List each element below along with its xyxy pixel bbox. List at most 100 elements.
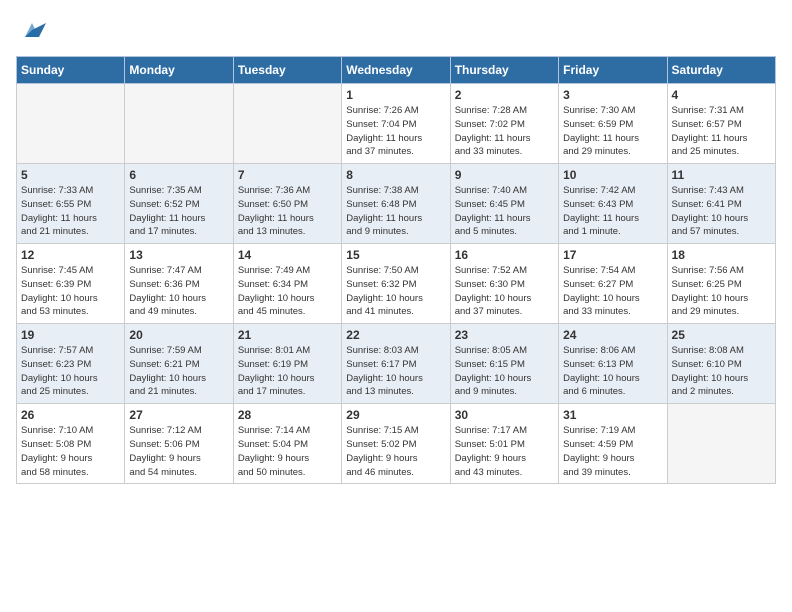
day-info: Sunrise: 7:40 AM Sunset: 6:45 PM Dayligh… [455, 184, 554, 239]
day-info: Sunrise: 7:38 AM Sunset: 6:48 PM Dayligh… [346, 184, 445, 239]
day-info: Sunrise: 7:35 AM Sunset: 6:52 PM Dayligh… [129, 184, 228, 239]
day-number: 19 [21, 328, 120, 342]
day-number: 29 [346, 408, 445, 422]
day-number: 26 [21, 408, 120, 422]
day-number: 12 [21, 248, 120, 262]
day-number: 7 [238, 168, 337, 182]
day-info: Sunrise: 7:47 AM Sunset: 6:36 PM Dayligh… [129, 264, 228, 319]
calendar-table: SundayMondayTuesdayWednesdayThursdayFrid… [16, 56, 776, 484]
day-info: Sunrise: 7:45 AM Sunset: 6:39 PM Dayligh… [21, 264, 120, 319]
calendar-cell: 14 Sunrise: 7:49 AM Sunset: 6:34 PM Dayli… [233, 244, 341, 324]
day-number: 16 [455, 248, 554, 262]
calendar-cell: 28Sunrise: 7:14 AM Sunset: 5:04 PM Dayli… [233, 404, 341, 484]
header-thursday: Thursday [450, 57, 558, 84]
day-info: Sunrise: 7:12 AM Sunset: 5:06 PM Dayligh… [129, 424, 228, 479]
day-number: 15 [346, 248, 445, 262]
calendar-cell: 24Sunrise: 8:06 AM Sunset: 6:13 PM Dayli… [559, 324, 667, 404]
calendar-cell: 21 Sunrise: 8:01 AM Sunset: 6:19 PM Dayli… [233, 324, 341, 404]
calendar-cell: 9 Sunrise: 7:40 AM Sunset: 6:45 PM Daylig… [450, 164, 558, 244]
day-number: 6 [129, 168, 228, 182]
calendar-cell: 31 Sunrise: 7:19 AM Sunset: 4:59 PM Dayli… [559, 404, 667, 484]
calendar-cell [17, 84, 125, 164]
calendar-week-row: 12 Sunrise: 7:45 AM Sunset: 6:39 PM Dayli… [17, 244, 776, 324]
calendar-cell: 2 Sunrise: 7:28 AM Sunset: 7:02 PM Daylig… [450, 84, 558, 164]
day-number: 31 [563, 408, 662, 422]
day-info: Sunrise: 7:15 AM Sunset: 5:02 PM Dayligh… [346, 424, 445, 479]
day-info: Sunrise: 7:28 AM Sunset: 7:02 PM Dayligh… [455, 104, 554, 159]
calendar-cell: 17Sunrise: 7:54 AM Sunset: 6:27 PM Dayli… [559, 244, 667, 324]
day-number: 10 [563, 168, 662, 182]
calendar-cell: 12 Sunrise: 7:45 AM Sunset: 6:39 PM Dayli… [17, 244, 125, 324]
calendar-cell: 22 Sunrise: 8:03 AM Sunset: 6:17 PM Dayli… [342, 324, 450, 404]
day-info: Sunrise: 7:49 AM Sunset: 6:34 PM Dayligh… [238, 264, 337, 319]
calendar-cell: 20 Sunrise: 7:59 AM Sunset: 6:21 PM Dayli… [125, 324, 233, 404]
day-info: Sunrise: 7:50 AM Sunset: 6:32 PM Dayligh… [346, 264, 445, 319]
day-number: 18 [672, 248, 771, 262]
day-info: Sunrise: 7:56 AM Sunset: 6:25 PM Dayligh… [672, 264, 771, 319]
day-number: 23 [455, 328, 554, 342]
calendar-cell [125, 84, 233, 164]
calendar-cell: 1Sunrise: 7:26 AM Sunset: 7:04 PM Daylig… [342, 84, 450, 164]
calendar-cell: 15 Sunrise: 7:50 AM Sunset: 6:32 PM Dayli… [342, 244, 450, 324]
header-wednesday: Wednesday [342, 57, 450, 84]
calendar-header-row: SundayMondayTuesdayWednesdayThursdayFrid… [17, 57, 776, 84]
day-number: 4 [672, 88, 771, 102]
day-number: 22 [346, 328, 445, 342]
day-number: 24 [563, 328, 662, 342]
calendar-cell: 25 Sunrise: 8:08 AM Sunset: 6:10 PM Dayli… [667, 324, 775, 404]
day-number: 5 [21, 168, 120, 182]
calendar-cell: 3 Sunrise: 7:30 AM Sunset: 6:59 PM Daylig… [559, 84, 667, 164]
day-info: Sunrise: 7:33 AM Sunset: 6:55 PM Dayligh… [21, 184, 120, 239]
day-info: Sunrise: 7:59 AM Sunset: 6:21 PM Dayligh… [129, 344, 228, 399]
day-info: Sunrise: 8:08 AM Sunset: 6:10 PM Dayligh… [672, 344, 771, 399]
day-info: Sunrise: 7:30 AM Sunset: 6:59 PM Dayligh… [563, 104, 662, 159]
calendar-cell: 5 Sunrise: 7:33 AM Sunset: 6:55 PM Daylig… [17, 164, 125, 244]
header-monday: Monday [125, 57, 233, 84]
calendar-cell: 23Sunrise: 8:05 AM Sunset: 6:15 PM Dayli… [450, 324, 558, 404]
calendar-cell [667, 404, 775, 484]
calendar-cell: 4 Sunrise: 7:31 AM Sunset: 6:57 PM Daylig… [667, 84, 775, 164]
calendar-cell: 8Sunrise: 7:38 AM Sunset: 6:48 PM Daylig… [342, 164, 450, 244]
day-info: Sunrise: 8:01 AM Sunset: 6:19 PM Dayligh… [238, 344, 337, 399]
day-number: 2 [455, 88, 554, 102]
day-info: Sunrise: 7:57 AM Sunset: 6:23 PM Dayligh… [21, 344, 120, 399]
day-number: 30 [455, 408, 554, 422]
day-number: 21 [238, 328, 337, 342]
day-info: Sunrise: 7:26 AM Sunset: 7:04 PM Dayligh… [346, 104, 445, 159]
header-sunday: Sunday [17, 57, 125, 84]
day-info: Sunrise: 7:31 AM Sunset: 6:57 PM Dayligh… [672, 104, 771, 159]
day-number: 28 [238, 408, 337, 422]
calendar-cell: 18 Sunrise: 7:56 AM Sunset: 6:25 PM Dayli… [667, 244, 775, 324]
day-number: 11 [672, 168, 771, 182]
day-info: Sunrise: 7:43 AM Sunset: 6:41 PM Dayligh… [672, 184, 771, 239]
logo-icon [18, 16, 46, 44]
calendar-cell: 16 Sunrise: 7:52 AM Sunset: 6:30 PM Dayli… [450, 244, 558, 324]
day-number: 14 [238, 248, 337, 262]
day-number: 17 [563, 248, 662, 262]
day-info: Sunrise: 7:17 AM Sunset: 5:01 PM Dayligh… [455, 424, 554, 479]
day-number: 20 [129, 328, 228, 342]
calendar-cell: 19 Sunrise: 7:57 AM Sunset: 6:23 PM Dayli… [17, 324, 125, 404]
page: SundayMondayTuesdayWednesdayThursdayFrid… [0, 0, 792, 612]
day-number: 3 [563, 88, 662, 102]
header [16, 16, 776, 44]
day-number: 25 [672, 328, 771, 342]
day-info: Sunrise: 8:03 AM Sunset: 6:17 PM Dayligh… [346, 344, 445, 399]
calendar-week-row: 5 Sunrise: 7:33 AM Sunset: 6:55 PM Daylig… [17, 164, 776, 244]
day-info: Sunrise: 7:19 AM Sunset: 4:59 PM Dayligh… [563, 424, 662, 479]
calendar-cell: 7 Sunrise: 7:36 AM Sunset: 6:50 PM Daylig… [233, 164, 341, 244]
day-number: 27 [129, 408, 228, 422]
day-number: 13 [129, 248, 228, 262]
day-info: Sunrise: 7:52 AM Sunset: 6:30 PM Dayligh… [455, 264, 554, 319]
day-info: Sunrise: 7:10 AM Sunset: 5:08 PM Dayligh… [21, 424, 120, 479]
calendar-cell: 30 Sunrise: 7:17 AM Sunset: 5:01 PM Dayli… [450, 404, 558, 484]
day-info: Sunrise: 7:36 AM Sunset: 6:50 PM Dayligh… [238, 184, 337, 239]
calendar-cell [233, 84, 341, 164]
calendar-cell: 26 Sunrise: 7:10 AM Sunset: 5:08 PM Dayli… [17, 404, 125, 484]
calendar-cell: 11 Sunrise: 7:43 AM Sunset: 6:41 PM Dayli… [667, 164, 775, 244]
logo [16, 16, 46, 44]
calendar-cell: 29 Sunrise: 7:15 AM Sunset: 5:02 PM Dayli… [342, 404, 450, 484]
header-saturday: Saturday [667, 57, 775, 84]
calendar-cell: 6 Sunrise: 7:35 AM Sunset: 6:52 PM Daylig… [125, 164, 233, 244]
day-number: 9 [455, 168, 554, 182]
